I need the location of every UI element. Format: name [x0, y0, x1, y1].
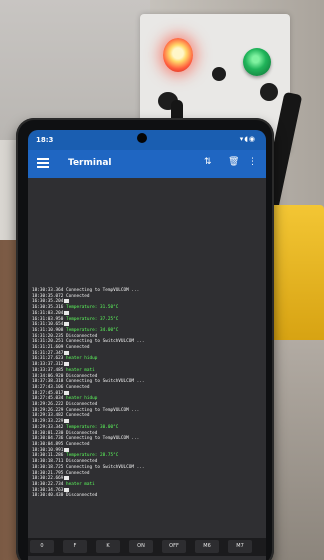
terminal-timestamp: 18:30:01.230 — [32, 430, 64, 436]
terminal-timestamp: 18:33:37.312 — [32, 362, 64, 368]
delete-icon[interactable]: 🗑 — [228, 157, 239, 167]
macro-button-0[interactable]: 0 — [30, 540, 54, 553]
terminal-timestamp: 18:30:10.991 — [32, 447, 64, 453]
terminal-timestamp: 18:30:18.725 — [32, 464, 64, 470]
macro-button-on[interactable]: ON — [129, 540, 153, 553]
terminal-message: Temperature: 30.00°C — [63, 424, 119, 430]
terminal-message: Disconnected — [63, 373, 98, 379]
terminal-timestamp: 18:27:45.017 — [32, 390, 64, 396]
terminal-timestamp: 18:30:22.669 — [32, 476, 64, 482]
macro-button-k[interactable]: K — [96, 540, 120, 553]
terminal-timestamp: 18:30:33.364 — [32, 288, 64, 293]
terminal-message: heater mati — [63, 367, 95, 373]
terminal-timestamp: 18:29:26.222 — [32, 402, 64, 408]
terminal-timestamp: 16:30:35.204 — [32, 299, 64, 305]
terminal-message: Connected — [63, 441, 90, 447]
macro-button-m7[interactable]: M7 — [228, 540, 252, 553]
terminal-message: Temperature: 37.25°C — [63, 316, 119, 322]
status-icons: ▾◖◉ — [239, 135, 256, 143]
terminal-message: heater hidup — [63, 396, 98, 402]
terminal-timestamp: 18:33:37.485 — [32, 367, 64, 373]
terminal-message: Connecting to SwitchVULCOM ... — [63, 464, 145, 470]
terminal-marker — [64, 299, 70, 304]
terminal-message: Disconnected — [63, 430, 98, 436]
terminal-message: Connected — [63, 413, 90, 419]
terminal-timestamp: 18:30:04.895 — [32, 441, 64, 447]
app-bar: Terminal ⇅ 🗑 ⋮ — [28, 150, 266, 178]
terminal-timestamp: 18:30:22.734 — [32, 481, 64, 487]
terminal-timestamp: 18:29:33.482 — [32, 413, 64, 419]
terminal-message: Disconnected — [63, 333, 98, 339]
overflow-menu-icon[interactable]: ⋮ — [248, 157, 257, 167]
panel-knob — [212, 67, 226, 81]
terminal-message: Connecting to SwitchVULCOM ... — [63, 339, 145, 345]
terminal-marker — [64, 487, 70, 492]
terminal-message: Connected — [63, 345, 90, 351]
terminal-message: Disconnected — [63, 402, 98, 408]
terminal-timestamp: 18:30:21.795 — [32, 470, 64, 476]
terminal-message: Connected — [63, 470, 90, 476]
terminal-message: Connected — [63, 293, 90, 299]
terminal-timestamp: 18:30:18.711 — [32, 459, 64, 465]
terminal-message: Connecting to TempVULCOM ... — [63, 436, 140, 442]
terminal-message: Disconnected — [63, 459, 98, 465]
terminal-timestamp: 16:31:20.251 — [32, 339, 64, 345]
terminal-message: heater mati — [63, 481, 95, 487]
terminal-message: heater hidup — [63, 356, 98, 362]
status-bar: 18:3 ▾◖◉ — [28, 130, 266, 150]
terminal-timestamp: 16:31:10.654 — [32, 322, 64, 328]
green-pilot-lamp — [243, 48, 271, 76]
macro-button-m6[interactable]: M6 — [195, 540, 219, 553]
terminal-line: 18:30:40.430 Disconnected — [32, 493, 258, 499]
terminal-timestamp: 18:37:38.318 — [32, 379, 64, 385]
terminal-timestamp: 16:31:10.908 — [32, 327, 64, 333]
terminal-timestamp: 16:31:27.623 — [32, 356, 64, 362]
terminal-timestamp: 18:27:43.106 — [32, 384, 64, 390]
terminal-timestamp: 18:27:45.034 — [32, 396, 64, 402]
photo-background: 18:3 ▾◖◉ Terminal ⇅ 🗑 ⋮ 18:30:33.364 Con… — [0, 0, 324, 560]
terminal-marker — [64, 476, 70, 481]
terminal-marker — [64, 310, 70, 315]
terminal-log: 18:30:33.364 Connecting to TempVULCOM ..… — [32, 288, 258, 499]
terminal-marker — [64, 350, 70, 355]
macro-button-off[interactable]: OFF — [162, 540, 186, 553]
terminal-timestamp: 18:29:33.342 — [32, 424, 64, 430]
terminal-marker — [64, 362, 70, 367]
terminal-timestamp: 18:34:06.920 — [32, 373, 64, 379]
panel-terminal — [260, 83, 278, 101]
terminal-message: Temperature: 34.00°C — [63, 327, 119, 333]
status-time: 18:3 — [36, 136, 54, 144]
terminal-timestamp: 18:29:33.229 — [32, 419, 64, 425]
terminal-message: Connecting to SwitchVULCOM ... — [63, 379, 145, 385]
phone-screen: 18:3 ▾◖◉ Terminal ⇅ 🗑 ⋮ 18:30:33.364 Con… — [28, 130, 266, 560]
terminal-timestamp: 18:30:34.763 — [32, 487, 64, 493]
terminal-timestamp: 16:31:21.609 — [32, 345, 64, 351]
terminal-marker — [64, 447, 70, 452]
connect-icon[interactable]: ⇅ — [204, 157, 212, 167]
terminal-timestamp: 16:31:03.950 — [32, 316, 64, 322]
terminal-timestamp: 18:30:11.286 — [32, 453, 64, 459]
menu-icon[interactable] — [37, 158, 49, 168]
terminal-message: Disconnected — [63, 493, 98, 499]
terminal-message: Temperature: 31.50°C — [63, 305, 119, 311]
terminal-message: Connecting to TempVULCOM ... — [63, 288, 140, 293]
terminal-marker — [64, 390, 70, 395]
page-title: Terminal — [68, 158, 112, 168]
terminal-timestamp: 16:31:27.347 — [32, 350, 64, 356]
terminal-timestamp: 16:30:35.316 — [32, 305, 64, 311]
terminal-marker — [64, 419, 70, 424]
terminal-timestamp: 18:30:35.072 — [32, 293, 64, 299]
terminal-timestamp: 16:31:03.204 — [32, 310, 64, 316]
red-pilot-lamp — [163, 38, 193, 72]
terminal-timestamp: 18:30:40.430 — [32, 493, 64, 499]
terminal-timestamp: 18:30:04.736 — [32, 436, 64, 442]
terminal-message: Temperature: 28.75°C — [63, 453, 119, 459]
terminal-timestamp: 16:31:20.235 — [32, 333, 64, 339]
camera-icon — [137, 133, 147, 143]
terminal-marker — [64, 322, 70, 327]
macro-button-f[interactable]: F — [63, 540, 87, 553]
macro-bar: 0 F K ON OFF M6 M7 — [28, 538, 266, 556]
terminal-message: Connected — [63, 384, 90, 390]
